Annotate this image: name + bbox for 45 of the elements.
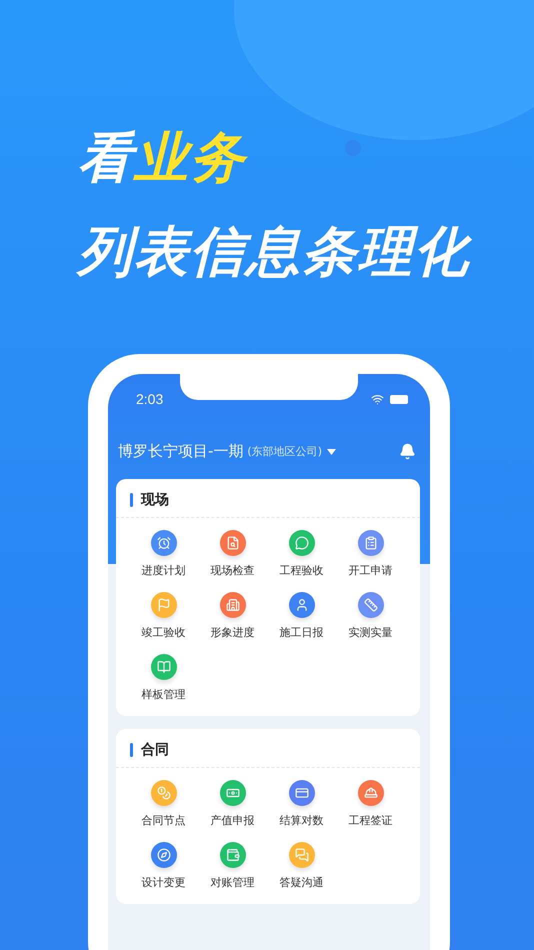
chat-bubble-icon[interactable] xyxy=(288,530,314,556)
accent-bar xyxy=(130,493,133,507)
banknote-icon[interactable] xyxy=(220,780,246,806)
menu-label[interactable]: 工程验收 xyxy=(280,563,324,578)
flag-icon[interactable] xyxy=(150,592,176,618)
project-name[interactable]: 博罗长宁项目-一期 xyxy=(118,442,244,461)
caret-icon[interactable] xyxy=(327,448,336,454)
menu-label[interactable]: 产值申报 xyxy=(210,813,254,828)
menu-label[interactable]: 工程签证 xyxy=(348,813,392,828)
wifi-icon xyxy=(371,392,384,406)
menu-label[interactable]: 答疑沟通 xyxy=(280,875,324,890)
menu-label[interactable]: 对账管理 xyxy=(210,875,254,890)
headline: 列表信息条理化 xyxy=(78,222,470,282)
book-icon[interactable] xyxy=(150,654,176,680)
section-title: 现场 xyxy=(141,491,169,509)
hard-hat-icon[interactable] xyxy=(358,780,384,806)
company-name: (东部地区公司) xyxy=(247,444,322,459)
ruler-icon[interactable] xyxy=(358,592,384,618)
accent-bar xyxy=(130,743,133,757)
chat-icon[interactable] xyxy=(288,842,314,868)
alarm-clock-icon[interactable] xyxy=(150,530,176,556)
menu-label[interactable]: 现场检查 xyxy=(210,563,254,578)
bell-icon[interactable] xyxy=(399,443,416,460)
menu-label[interactable]: 开工申请 xyxy=(348,563,392,578)
menu-label[interactable]: 施工日报 xyxy=(280,625,324,640)
menu-label[interactable]: 竣工验收 xyxy=(142,625,186,640)
menu-label[interactable]: 实测实量 xyxy=(348,625,392,640)
wallet-icon[interactable] xyxy=(220,842,246,868)
clipboard-icon[interactable] xyxy=(358,530,384,556)
headline: 看业务 xyxy=(78,128,246,188)
section-title: 合同 xyxy=(141,741,169,759)
menu-label[interactable]: 进度计划 xyxy=(142,563,186,578)
menu-label[interactable]: 形象进度 xyxy=(210,625,254,640)
menu-label[interactable]: 合同节点 xyxy=(142,813,186,828)
document-search-icon[interactable] xyxy=(220,530,246,556)
menu-label[interactable]: 设计变更 xyxy=(142,875,186,890)
menu-label[interactable]: 样板管理 xyxy=(142,687,186,702)
menu-label[interactable]: 结算对数 xyxy=(280,813,324,828)
person-icon[interactable] xyxy=(288,592,314,618)
coins-icon[interactable] xyxy=(150,780,176,806)
battery-icon xyxy=(390,394,408,404)
building-icon[interactable] xyxy=(220,592,246,618)
card-icon[interactable] xyxy=(288,780,314,806)
status-time: 2:03 xyxy=(136,391,164,407)
compass-icon[interactable] xyxy=(150,842,176,868)
